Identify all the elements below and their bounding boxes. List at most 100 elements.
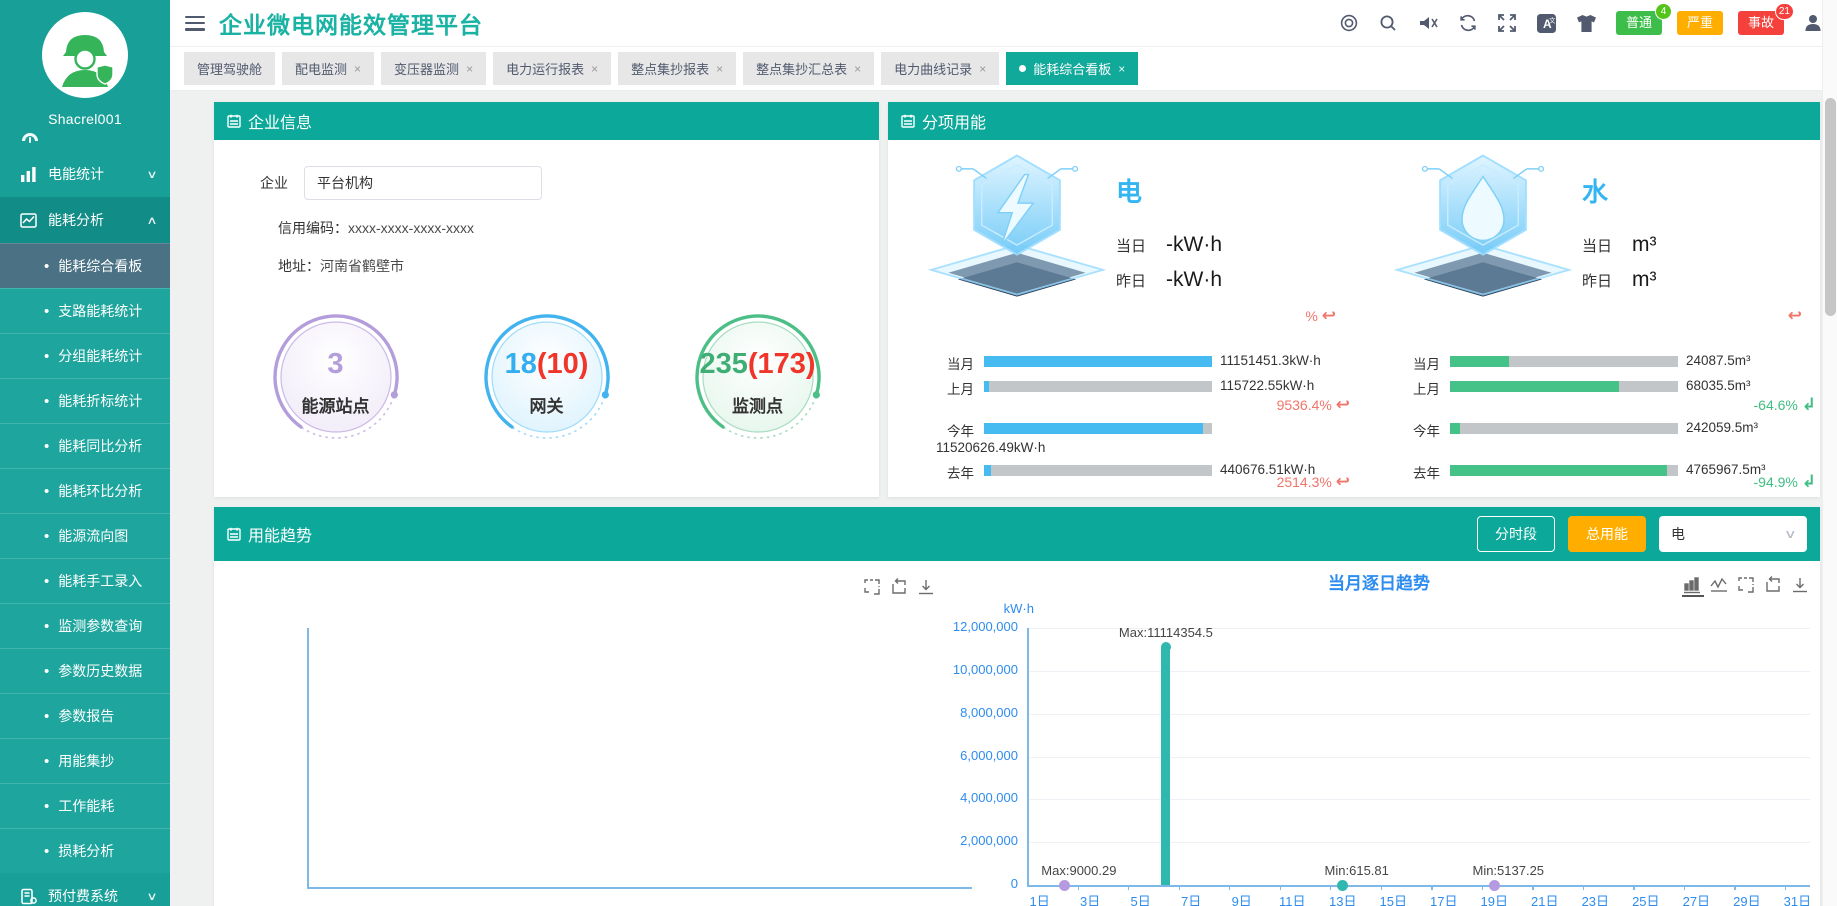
sidebar-item-能源流向图[interactable]: •能源流向图 <box>0 513 170 558</box>
tool-zoom-icon[interactable] <box>862 577 884 599</box>
sidebar-submenu: •能耗综合看板•支路能耗统计•分组能耗统计•能耗折标统计•能耗同比分析•能耗环比… <box>0 243 170 873</box>
today-row: 当日 -kW·h <box>1116 233 1222 257</box>
sidebar-item-能耗同比分析[interactable]: •能耗同比分析 <box>0 423 170 468</box>
search-icon[interactable] <box>1378 13 1398 33</box>
chart-bar[interactable] <box>1161 647 1170 885</box>
refresh-icon[interactable] <box>1458 13 1478 33</box>
bar-track <box>1450 465 1678 476</box>
page-scrollbar[interactable] <box>1822 0 1837 906</box>
sidebar-item-partial[interactable] <box>0 131 170 151</box>
alarm-button-事故[interactable]: 事故21 <box>1738 11 1784 35</box>
tab-整点集抄汇总表[interactable]: 整点集抄汇总表× <box>743 52 874 85</box>
energy-type-select[interactable]: 电∨ <box>1659 516 1807 552</box>
chevron-down-icon: ∨ <box>146 890 157 903</box>
enterprise-input[interactable] <box>304 166 542 200</box>
sidebar-item-支路能耗统计[interactable]: •支路能耗统计 <box>0 288 170 333</box>
bar-row-当月: 当月11151451.3kW·h <box>888 352 1354 370</box>
tab-label: 能耗综合看板 <box>1033 59 1111 78</box>
bar-value: 11151451.3kW·h <box>1220 353 1321 368</box>
bullet-icon: • <box>44 438 49 455</box>
sidebar-item-用能集抄[interactable]: •用能集抄 <box>0 738 170 783</box>
sidebar-item-分组能耗统计[interactable]: •分组能耗统计 <box>0 333 170 378</box>
sidebar-item-能耗手工录入[interactable]: •能耗手工录入 <box>0 558 170 603</box>
trend-arrow-icon: ↩ <box>1788 306 1802 325</box>
panel-title: 企业信息 <box>248 109 312 133</box>
x-tick-label: 25日 <box>1626 891 1666 906</box>
tab-配电监测[interactable]: 配电监测× <box>282 52 374 85</box>
y-tick-label: 6,000,000 <box>886 748 1018 763</box>
alarm-badge: 4 <box>1655 3 1672 20</box>
x-tick-label: 23日 <box>1575 891 1615 906</box>
user-icon[interactable] <box>1803 13 1823 33</box>
panel-header: 分项用能 <box>888 102 1820 140</box>
tab-能耗综合看板[interactable]: 能耗综合看板 × <box>1006 52 1138 85</box>
alarm-button-严重[interactable]: 严重 <box>1677 11 1723 35</box>
tool-download-icon[interactable] <box>916 577 938 599</box>
tab-电力运行报表[interactable]: 电力运行报表× <box>493 52 611 85</box>
x-tick-label: 15日 <box>1373 891 1413 906</box>
tool-restore-icon[interactable] <box>889 577 911 599</box>
avatar[interactable] <box>0 0 170 104</box>
tab-close-icon[interactable]: × <box>979 62 986 76</box>
x-tick <box>1684 885 1685 890</box>
sidebar-item-能耗综合看板[interactable]: •能耗综合看板 <box>0 243 170 288</box>
y-tick-label: 4,000,000 <box>886 790 1018 805</box>
scrollbar-thumb[interactable] <box>1825 98 1836 316</box>
bar-fill <box>984 381 989 392</box>
tool-bar-chart-icon[interactable] <box>1682 575 1704 597</box>
mute-icon[interactable] <box>1417 13 1439 33</box>
tool-download-icon[interactable] <box>1790 575 1812 597</box>
total-energy-button[interactable]: 总用能 <box>1568 516 1646 552</box>
x-tick-label: 13日 <box>1323 891 1363 906</box>
fullscreen-icon[interactable] <box>1497 13 1517 33</box>
bar-label: 今年 <box>1354 420 1440 440</box>
main-area: 企业微电网能效管理平台 A文 普通4严重事故21 管理驾驶舱配电监测×变压器监测… <box>170 0 1837 906</box>
bullet-icon: • <box>44 798 49 815</box>
sidebar-item-预付费系统[interactable]: 预付费系统∨ <box>0 873 170 906</box>
tab-close-icon[interactable]: × <box>1118 62 1125 76</box>
markpoint-dot <box>1161 642 1171 652</box>
tool-line-chart-icon[interactable] <box>1709 575 1731 597</box>
sidebar-item-参数历史数据[interactable]: •参数历史数据 <box>0 648 170 693</box>
x-tick-label: 19日 <box>1474 891 1514 906</box>
sidebar-item-能耗环比分析[interactable]: •能耗环比分析 <box>0 468 170 513</box>
target-icon[interactable] <box>1339 13 1359 33</box>
tab-管理驾驶舱[interactable]: 管理驾驶舱 <box>184 52 275 85</box>
tab-close-icon[interactable]: × <box>591 62 598 76</box>
tab-close-icon[interactable]: × <box>854 62 861 76</box>
y-gridline <box>1027 671 1810 672</box>
translate-icon[interactable]: A文 <box>1536 13 1557 34</box>
tab-变压器监测[interactable]: 变压器监测× <box>381 52 486 85</box>
sidebar-item-损耗分析[interactable]: •损耗分析 <box>0 828 170 873</box>
sidebar-item-能耗折标统计[interactable]: •能耗折标统计 <box>0 378 170 423</box>
menu-collapse-icon[interactable] <box>185 16 205 31</box>
stat-circle-网关: 18(10)网关 <box>482 312 612 442</box>
x-tick-label: 11日 <box>1272 891 1312 906</box>
sidebar-item-工作能耗[interactable]: •工作能耗 <box>0 783 170 828</box>
tab-整点集抄报表[interactable]: 整点集抄报表× <box>618 52 736 85</box>
tool-restore-icon[interactable] <box>1763 575 1785 597</box>
sidebar: Shacrel001 电能统计∨能耗分析∧•能耗综合看板•支路能耗统计•分组能耗… <box>0 0 170 906</box>
sidebar-item-监测参数查询[interactable]: •监测参数查询 <box>0 603 170 648</box>
bar-label: 上月 <box>1354 378 1440 398</box>
sidebar-item-能耗分析[interactable]: 能耗分析∧ <box>0 197 170 243</box>
bullet-icon: • <box>44 303 49 320</box>
tab-close-icon[interactable]: × <box>354 62 361 76</box>
tab-close-icon[interactable]: × <box>716 62 723 76</box>
tool-zoom-icon[interactable] <box>1736 575 1758 597</box>
yesterday-row: 昨日 -kW·h <box>1116 268 1222 292</box>
alarm-button-group: 普通4 严重事故21 <box>1616 11 1784 35</box>
tab-close-icon[interactable]: × <box>466 62 473 76</box>
sidebar-item-参数报告[interactable]: •参数报告 <box>0 693 170 738</box>
alarm-button-普通[interactable]: 普通4 <box>1616 11 1662 35</box>
bar-value: 24087.5m³ <box>1686 353 1751 368</box>
bar-track <box>1450 423 1678 434</box>
sidebar-item-电能统计[interactable]: 电能统计∨ <box>0 151 170 197</box>
x-tick-label: 9日 <box>1222 891 1262 906</box>
markpoint-dot <box>1059 880 1070 891</box>
bar-label: 去年 <box>888 462 974 482</box>
tab-电力曲线记录[interactable]: 电力曲线记录× <box>881 52 999 85</box>
year-compare-percent: 2514.3% ↩ <box>1277 472 1350 492</box>
segment-button[interactable]: 分时段 <box>1477 516 1555 552</box>
theme-shirt-icon[interactable] <box>1576 14 1597 33</box>
